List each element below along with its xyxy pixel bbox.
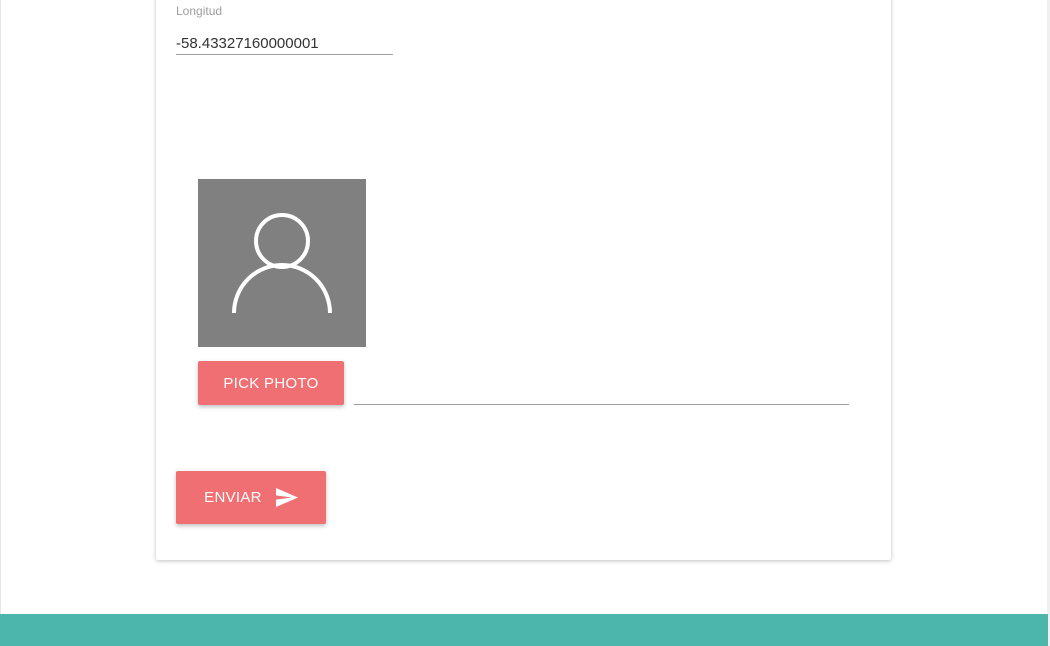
page: Longitud PICK PHOTO ENVIAR (0, 0, 1050, 646)
longitude-input[interactable] (176, 32, 393, 55)
pick-photo-button[interactable]: PICK PHOTO (198, 361, 344, 405)
footer-bar (0, 614, 1048, 646)
person-placeholder-icon (232, 213, 332, 314)
longitude-field: Longitud (176, 4, 393, 63)
send-button[interactable]: ENVIAR (176, 471, 326, 524)
photo-filename-input[interactable] (354, 376, 849, 405)
left-border (0, 0, 1, 614)
send-icon (275, 488, 298, 507)
pick-photo-label: PICK PHOTO (223, 374, 319, 392)
avatar-placeholder (198, 179, 366, 347)
longitude-label: Longitud (176, 4, 223, 18)
send-label: ENVIAR (204, 489, 262, 506)
form-card: Longitud PICK PHOTO ENVIAR (156, 0, 891, 560)
